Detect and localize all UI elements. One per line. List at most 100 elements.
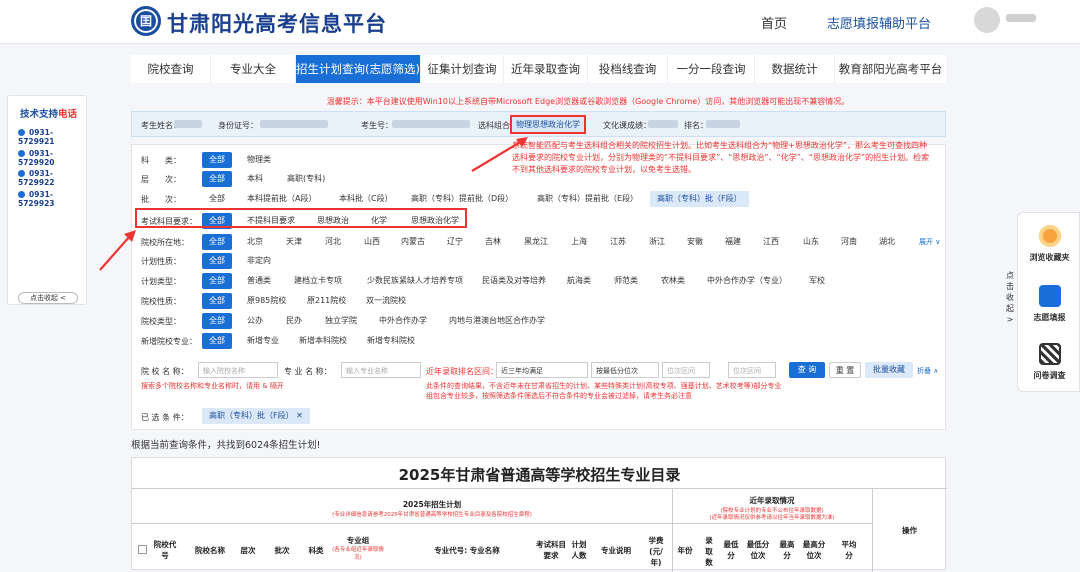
filter-option[interactable]: 安徽: [680, 234, 710, 250]
filter-option[interactable]: 全部: [202, 333, 232, 349]
tab-recruit-query[interactable]: 征集计划查询: [421, 55, 504, 83]
site-logo-icon[interactable]: 囯: [131, 6, 161, 36]
tab-admission-query[interactable]: 近年录取查询: [504, 55, 588, 83]
filter-option[interactable]: 高职（专科）提前批（D段）: [404, 191, 520, 207]
annotation-callout: 系统智能匹配与考生选科组合相关的院校招生计划。比如考生选科组合为“物理+思想政治…: [512, 141, 930, 174]
query-button[interactable]: 查 询: [789, 362, 825, 378]
filter-option[interactable]: 军校: [802, 273, 832, 289]
order-select[interactable]: 按最低分位次: [591, 362, 659, 378]
side-tools-fold-tab[interactable]: 点击收起 >: [1003, 270, 1017, 325]
filter-option[interactable]: 师范类: [607, 273, 645, 289]
user-avatar[interactable]: [974, 7, 1000, 33]
filter-option[interactable]: 湖北: [872, 234, 902, 250]
close-icon[interactable]: ✕: [296, 411, 303, 420]
filter-option[interactable]: 河北: [318, 234, 348, 250]
filter-option[interactable]: 独立学院: [318, 313, 364, 329]
school-name-input[interactable]: 输入院校名称: [198, 362, 278, 378]
user-name-blurred[interactable]: [1006, 14, 1036, 22]
filter-option[interactable]: 原985院校: [240, 293, 293, 309]
filter-option[interactable]: 黑龙江: [517, 234, 555, 250]
favorites-tool[interactable]: 浏览收藏夹: [1018, 225, 1080, 263]
phone-icon: [18, 150, 25, 157]
tab-major-list[interactable]: 专业大全: [211, 55, 296, 83]
filter-option[interactable]: 普通类: [240, 273, 278, 289]
filter-option[interactable]: 少数民族紧缺人才培养专项: [360, 273, 470, 289]
filter-option[interactable]: 航海类: [560, 273, 598, 289]
site-title[interactable]: 甘肃阳光高考信息平台: [167, 8, 387, 38]
filter-option[interactable]: 全部: [202, 171, 232, 187]
tab-cutoff-query[interactable]: 投档线查询: [588, 55, 668, 83]
filter-option[interactable]: 中外合作办学: [372, 313, 434, 329]
filter-option[interactable]: 全部: [202, 273, 232, 289]
filter-option[interactable]: 福建: [718, 234, 748, 250]
tab-score-rank-query[interactable]: 一分一段查询: [668, 55, 755, 83]
filter-option[interactable]: 山东: [796, 234, 826, 250]
filter-option[interactable]: 全部: [202, 191, 232, 207]
nav-assist-link[interactable]: 志愿填报辅助平台: [827, 13, 931, 32]
filter-option[interactable]: 全部: [202, 313, 232, 329]
rank-to-input[interactable]: 位次区间: [728, 362, 776, 378]
filter-option-selected[interactable]: 高职（专科）批（F段）: [650, 191, 749, 207]
selected-tag[interactable]: 高职（专科）批（F段） ✕: [202, 408, 310, 424]
filter-option[interactable]: 本科: [240, 171, 270, 187]
filter-option[interactable]: 辽宁: [440, 234, 470, 250]
filter-option[interactable]: 物理类: [240, 152, 278, 168]
filter-option[interactable]: 高职（专科）提前批（E段）: [530, 191, 645, 207]
filter-option[interactable]: 内地与港澳台地区合作办学: [442, 313, 552, 329]
group-plan-note: (专业详细信息请参考2025年甘肃省普通高等学校招生专业目录及各院校招生章程): [332, 512, 532, 518]
filter-option[interactable]: 山西: [357, 234, 387, 250]
filter-option[interactable]: 新增本科院校: [292, 333, 354, 349]
filter-option[interactable]: 内蒙古: [394, 234, 432, 250]
filter-row-location: 院校所在地： 全部 北京 天津 河北 山西 内蒙古 辽宁 吉林 黑龙江 上海 江…: [132, 233, 947, 251]
col-min-score: 最低分: [723, 540, 739, 560]
filter-option[interactable]: 公办: [240, 313, 270, 329]
major-name-input[interactable]: 输入专业名称: [341, 362, 421, 378]
group-history-header: 近年录取情况: [749, 496, 795, 505]
tab-plan-query[interactable]: 招生计划查询(志愿筛选): [296, 55, 421, 83]
filter-option[interactable]: 民语类及对等培养: [475, 273, 553, 289]
filter-option[interactable]: 高职(专科): [280, 171, 332, 187]
tab-statistics[interactable]: 数据统计: [755, 55, 835, 83]
student-info-bar: 考生姓名： 身份证号： 考生号： 选科组合： 物理思想政治化学 文化课成绩： 排…: [131, 111, 946, 137]
filter-option[interactable]: 本科提前批（A段）: [240, 191, 323, 207]
filter-option[interactable]: 建档立卡专项: [287, 273, 349, 289]
support-collapse-button[interactable]: 点击收起 <: [18, 292, 78, 304]
filter-option[interactable]: 新增专科院校: [360, 333, 422, 349]
filter-option[interactable]: 天津: [279, 234, 309, 250]
filter-option[interactable]: 农林类: [654, 273, 692, 289]
survey-tool[interactable]: 问卷调查: [1018, 343, 1080, 381]
filter-option[interactable]: 吉林: [478, 234, 508, 250]
filter-option[interactable]: 河南: [834, 234, 864, 250]
tab-school-query[interactable]: 院校查询: [131, 55, 211, 83]
filter-option[interactable]: 全部: [202, 152, 232, 168]
favorites-icon: [1038, 225, 1061, 247]
filter-option[interactable]: 全部: [202, 253, 232, 269]
tab-moe-platform[interactable]: 教育部阳光高考平台: [835, 55, 946, 83]
filter-option[interactable]: 原211院校: [300, 293, 353, 309]
fold-button[interactable]: 折叠 ∧: [917, 366, 938, 376]
filter-option[interactable]: 中外合作办学（专业）: [700, 273, 794, 289]
filter-option[interactable]: 江苏: [603, 234, 633, 250]
filter-option[interactable]: 北京: [240, 234, 270, 250]
volunteer-fill-tool[interactable]: 志愿填报: [1018, 285, 1080, 323]
batch-favorite-button[interactable]: 批量收藏: [865, 362, 913, 378]
nav-home-link[interactable]: 首页: [761, 13, 787, 32]
filter-option[interactable]: 江西: [756, 234, 786, 250]
filter-option[interactable]: 全部: [202, 293, 232, 309]
filter-option[interactable]: 浙江: [642, 234, 672, 250]
year-select[interactable]: 近三年均满足: [496, 362, 588, 378]
selected-conditions: 已 选 条 件： 高职（专科）批（F段） ✕: [132, 407, 947, 427]
filter-option[interactable]: 本科批（C段）: [332, 191, 400, 207]
reset-button[interactable]: 重 置: [829, 362, 861, 378]
col-subject: 科类: [308, 546, 324, 555]
filter-option[interactable]: 非定向: [240, 253, 278, 269]
rank-from-input[interactable]: 位次区间: [662, 362, 710, 378]
select-all-checkbox[interactable]: [138, 545, 147, 554]
filter-option[interactable]: 上海: [564, 234, 594, 250]
expand-location-button[interactable]: 展开 ∨: [919, 237, 940, 247]
results-table: 2025年甘肃省普通高等学校招生专业目录 2025年招生计划 (专业详细信息请参…: [131, 457, 947, 572]
filter-option[interactable]: 新增专业: [240, 333, 286, 349]
filter-option[interactable]: 双一流院校: [359, 293, 413, 309]
filter-option[interactable]: 全部: [202, 234, 232, 250]
filter-option[interactable]: 民办: [279, 313, 309, 329]
